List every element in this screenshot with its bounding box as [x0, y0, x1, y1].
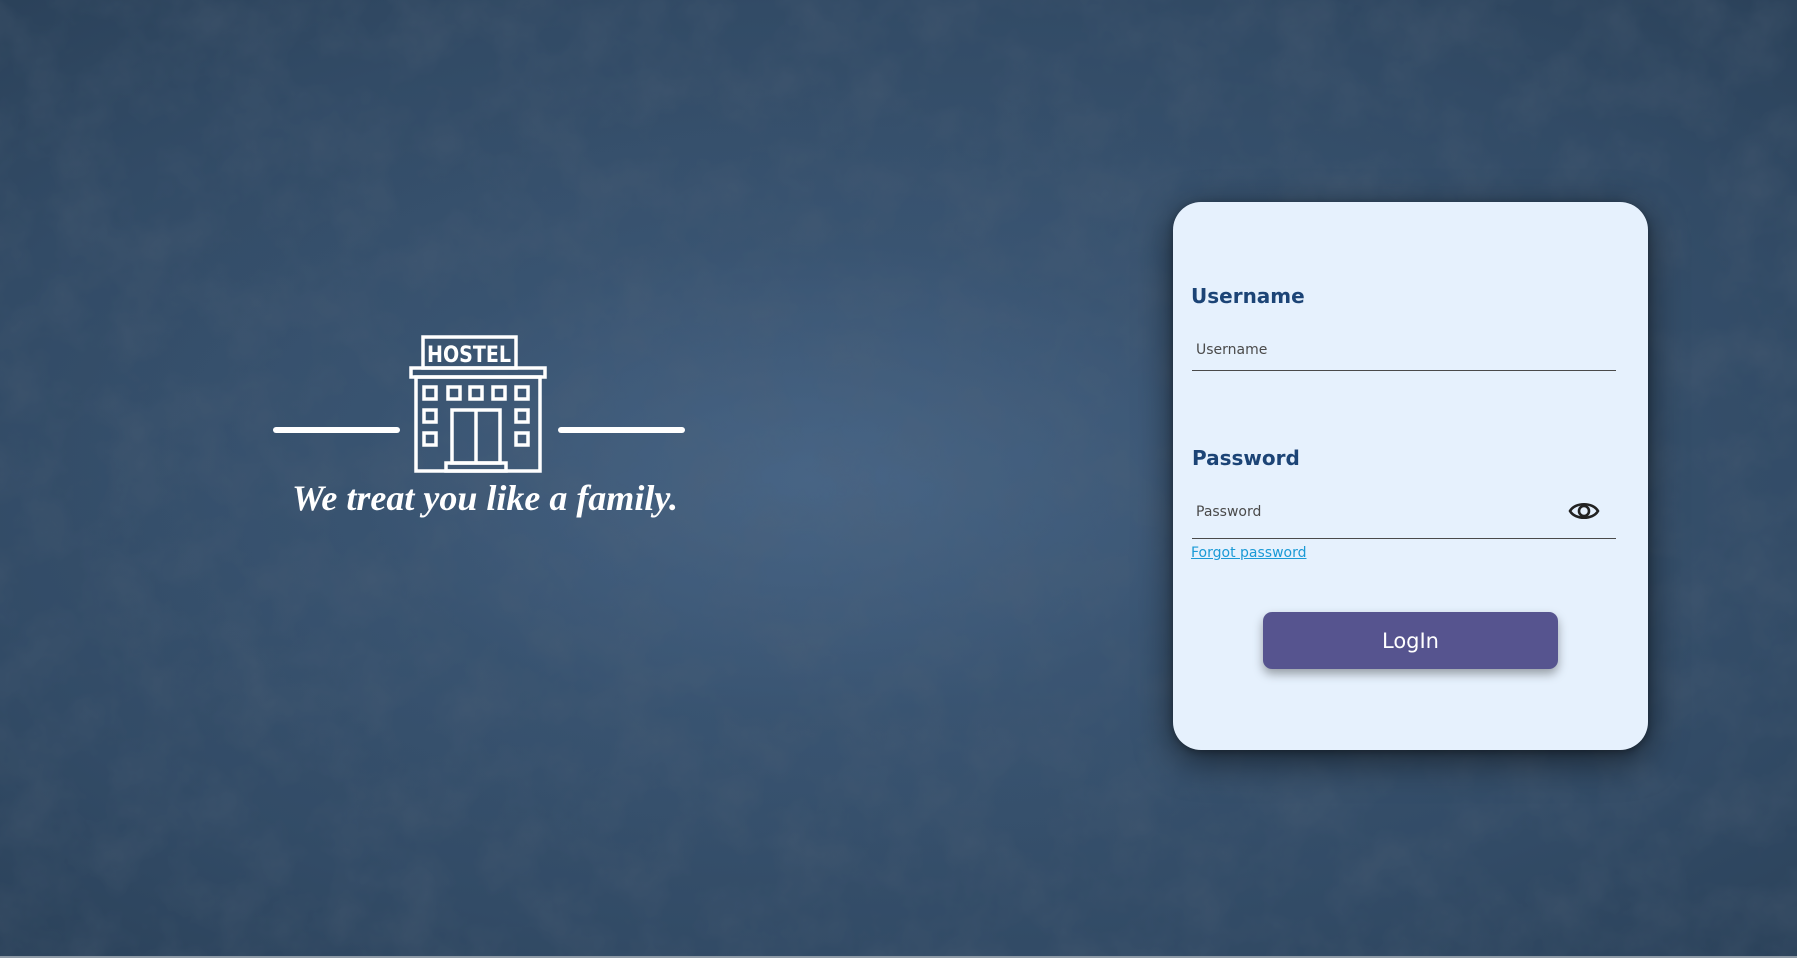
- brand-line-right: [558, 427, 685, 433]
- login-card: Username Password Forgot password LogIn: [1173, 202, 1648, 750]
- password-label: Password: [1192, 446, 1300, 470]
- forgot-password-link[interactable]: Forgot password: [1191, 545, 1307, 561]
- username-label: Username: [1191, 284, 1305, 308]
- brand-line-left: [273, 427, 400, 433]
- username-field-wrapper: [1192, 330, 1616, 371]
- password-field-wrapper: [1192, 486, 1616, 539]
- brand-logo: HOSTEL We treat you like a family.: [270, 335, 700, 525]
- tagline: We treat you like a family.: [292, 478, 678, 518]
- login-page: { "brand": { "sign_text": "HOSTEL", "tag…: [0, 0, 1797, 958]
- hostel-building-icon: HOSTEL: [409, 335, 547, 473]
- hostel-sign-text: HOSTEL: [427, 343, 511, 368]
- username-input[interactable]: [1194, 334, 1558, 366]
- eye-icon[interactable]: [1568, 498, 1600, 524]
- password-input[interactable]: [1194, 496, 1558, 528]
- login-button[interactable]: LogIn: [1263, 612, 1558, 669]
